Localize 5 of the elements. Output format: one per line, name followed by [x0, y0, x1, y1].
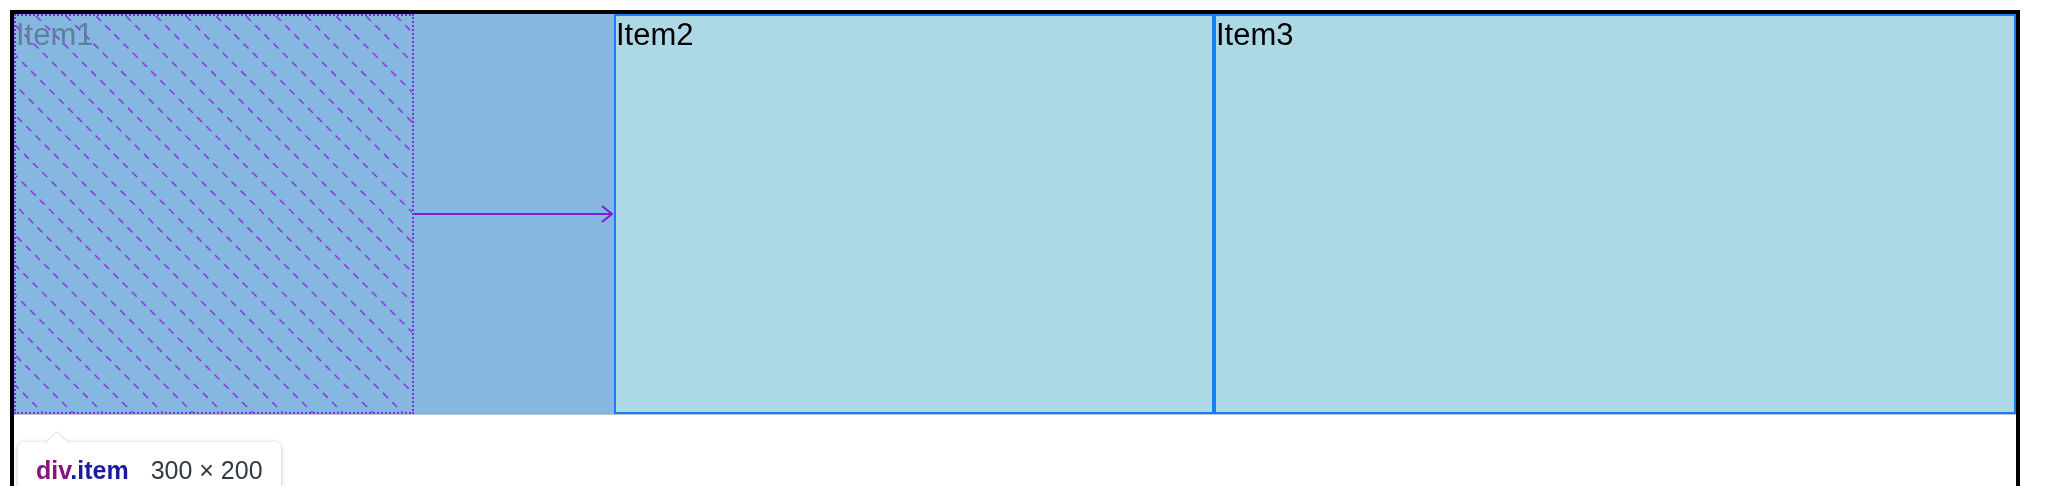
item-label: Item1 — [16, 16, 94, 54]
element-selector: div.item — [36, 455, 129, 486]
element-size: 300 × 200 — [150, 455, 263, 486]
item-label: Item3 — [1216, 16, 1294, 54]
item-label: Item2 — [616, 16, 694, 54]
